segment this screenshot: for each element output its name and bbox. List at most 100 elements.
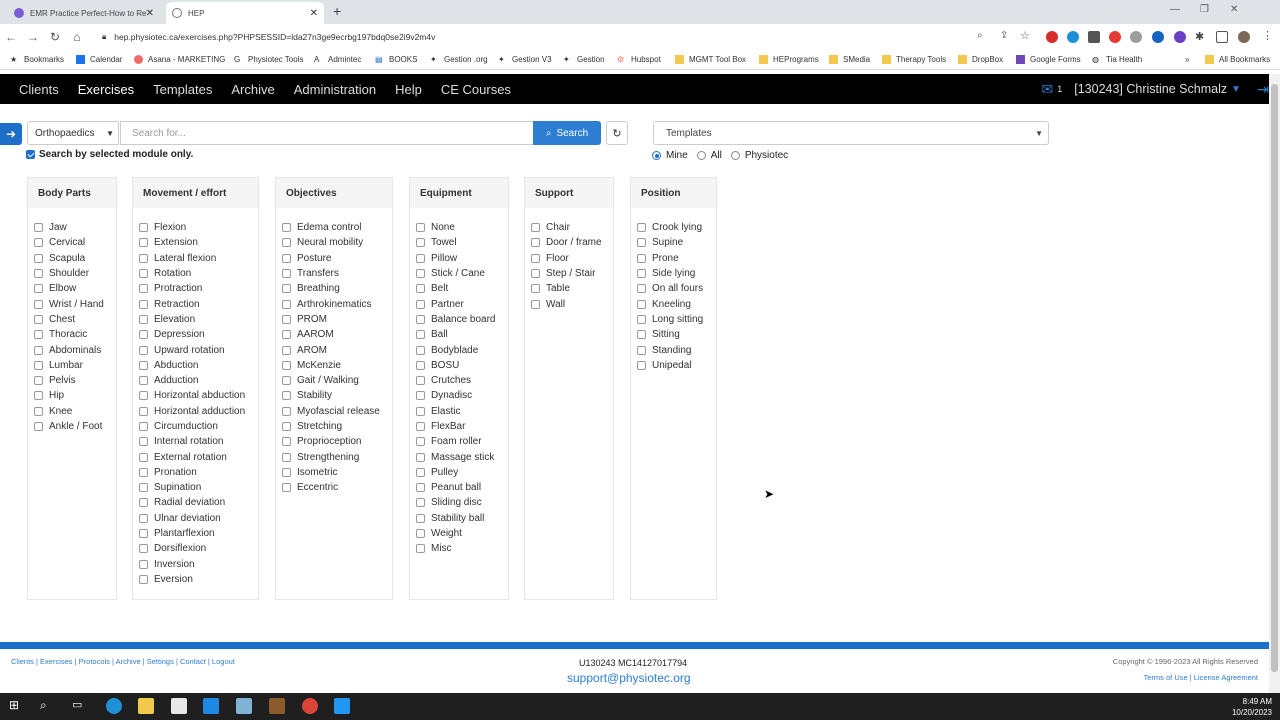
filter-checkbox[interactable] (416, 513, 425, 523)
sidepanel-icon[interactable] (1216, 31, 1228, 43)
filter-checkbox[interactable] (34, 299, 43, 309)
scrollbar-thumb[interactable] (1271, 84, 1278, 672)
filter-checkbox[interactable] (34, 269, 43, 279)
avatar[interactable] (1238, 31, 1250, 43)
edge-icon[interactable] (106, 698, 122, 714)
filter-option[interactable]: Proprioception (276, 434, 392, 449)
filter-checkbox[interactable] (416, 269, 425, 279)
filter-option[interactable]: Horizontal abduction (133, 388, 258, 403)
filter-checkbox[interactable] (282, 452, 291, 462)
filter-option[interactable]: Eccentric (276, 480, 392, 495)
nav-clients[interactable]: Clients (19, 82, 59, 97)
nav-ce-courses[interactable]: CE Courses (441, 82, 511, 97)
radio-mine[interactable] (652, 151, 661, 160)
filter-checkbox[interactable] (416, 314, 425, 324)
filter-checkbox[interactable] (531, 223, 540, 233)
menu-dots-icon[interactable]: ⋮ (1262, 29, 1273, 42)
module-select[interactable]: Orthopaedics ▼ (27, 121, 119, 145)
filter-option[interactable]: Prone (631, 251, 716, 266)
sidebar-toggle-button[interactable]: ➜ (0, 123, 22, 145)
filter-checkbox[interactable] (416, 529, 425, 539)
filter-option[interactable]: Massage stick (410, 449, 508, 464)
filter-option[interactable]: Pillow (410, 251, 508, 266)
filter-option[interactable]: BOSU (410, 358, 508, 373)
filter-option[interactable]: Pulley (410, 465, 508, 480)
filter-checkbox[interactable] (34, 253, 43, 263)
filter-checkbox[interactable] (139, 299, 148, 309)
filter-checkbox[interactable] (282, 269, 291, 279)
extension-icon[interactable] (1046, 31, 1058, 43)
filter-checkbox[interactable] (139, 483, 148, 493)
filter-option[interactable]: None (410, 220, 508, 235)
filter-option[interactable]: Sliding disc (410, 495, 508, 510)
filter-checkbox[interactable] (637, 360, 646, 370)
filter-checkbox[interactable] (139, 314, 148, 324)
forward-icon[interactable]: → (22, 30, 44, 44)
filter-option[interactable]: Ball (410, 327, 508, 342)
filter-checkbox[interactable] (34, 238, 43, 248)
nav-administration[interactable]: Administration (294, 82, 376, 97)
search-button[interactable]: ⌕ Search (533, 121, 601, 145)
filter-option[interactable]: Lateral flexion (133, 251, 258, 266)
filter-option[interactable]: Edema control (276, 220, 392, 235)
filter-checkbox[interactable] (531, 238, 540, 248)
filter-checkbox[interactable] (139, 391, 148, 401)
filter-option[interactable]: Cervical (28, 235, 116, 250)
filter-option[interactable]: Abdominals (28, 342, 116, 357)
filter-checkbox[interactable] (282, 314, 291, 324)
filter-option[interactable]: Step / Stair (525, 266, 613, 281)
filter-checkbox[interactable] (531, 299, 540, 309)
filter-option[interactable]: Bodyblade (410, 342, 508, 357)
filter-option[interactable]: Scapula (28, 251, 116, 266)
filter-option[interactable]: Inversion (133, 557, 258, 572)
filter-checkbox[interactable] (139, 330, 148, 340)
chrome-icon[interactable] (302, 698, 318, 714)
filter-option[interactable]: Myofascial release (276, 404, 392, 419)
filter-option[interactable]: Arthrokinematics (276, 296, 392, 311)
filter-checkbox[interactable] (34, 330, 43, 340)
bookmark-item[interactable]: Asana - MARKETING (134, 55, 225, 64)
filter-checkbox[interactable] (416, 253, 425, 263)
close-tab-icon[interactable]: ✕ (310, 8, 318, 19)
extension-icon[interactable] (1067, 31, 1079, 43)
filter-option[interactable]: Unipedal (631, 358, 716, 373)
browser-tab-active[interactable]: HEP ✕ (166, 2, 324, 24)
search-icon[interactable]: ⌕ (40, 698, 56, 714)
filter-checkbox[interactable] (637, 284, 646, 294)
filter-checkbox[interactable] (139, 513, 148, 523)
templates-select[interactable]: Templates ▼ (653, 121, 1049, 145)
app-icon[interactable] (334, 698, 350, 714)
filter-checkbox[interactable] (637, 345, 646, 355)
filter-checkbox[interactable] (416, 391, 425, 401)
footer-links[interactable]: Clients | Exercises | Protocols | Archiv… (11, 657, 235, 666)
system-clock[interactable]: 8:49 AM 10/20/2023 (1232, 696, 1272, 718)
bookmark-item[interactable]: ◍ Tia Health (1092, 55, 1142, 64)
search-module-checkbox[interactable] (26, 150, 35, 159)
bookmark-item[interactable]: ✦ Gestion .org (430, 55, 488, 64)
filter-checkbox[interactable] (637, 314, 646, 324)
bookmark-folder[interactable]: SMedia (829, 55, 870, 64)
filter-option[interactable]: Stability (276, 388, 392, 403)
filter-option[interactable]: Lumbar (28, 358, 116, 373)
close-tab-icon[interactable]: ✕ (146, 8, 154, 19)
filter-checkbox[interactable] (416, 345, 425, 355)
filter-option[interactable]: Belt (410, 281, 508, 296)
filter-checkbox[interactable] (637, 330, 646, 340)
filter-checkbox[interactable] (282, 360, 291, 370)
extension-icon[interactable] (1109, 31, 1121, 43)
filter-checkbox[interactable] (531, 253, 540, 263)
search-input[interactable]: Search for... (120, 121, 534, 145)
filter-checkbox[interactable] (282, 330, 291, 340)
extension-icon[interactable] (1174, 31, 1186, 43)
filter-checkbox[interactable] (139, 544, 148, 554)
filter-checkbox[interactable] (416, 422, 425, 431)
filter-option[interactable]: Floor (525, 251, 613, 266)
filter-checkbox[interactable] (416, 223, 425, 233)
minimize-icon[interactable]: — (1170, 4, 1180, 15)
filter-checkbox[interactable] (34, 345, 43, 355)
filter-option[interactable]: Sitting (631, 327, 716, 342)
filter-option[interactable]: FlexBar (410, 419, 508, 434)
filter-checkbox[interactable] (139, 376, 148, 386)
filter-checkbox[interactable] (282, 223, 291, 233)
restore-icon[interactable]: ❐ (1200, 4, 1209, 15)
